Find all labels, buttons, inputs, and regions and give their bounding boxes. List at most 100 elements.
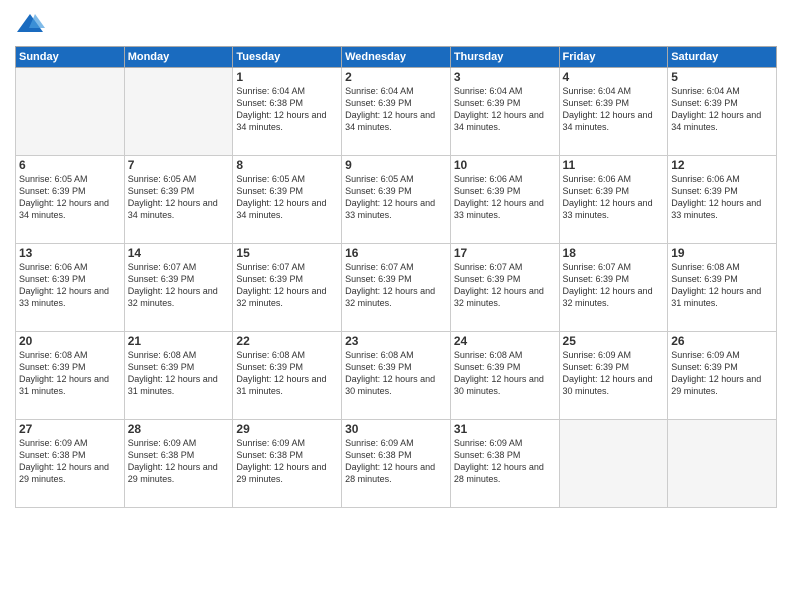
weekday-header-cell: Friday (559, 47, 668, 68)
day-number: 25 (563, 334, 665, 348)
day-number: 13 (19, 246, 121, 260)
calendar-cell: 10Sunrise: 6:06 AM Sunset: 6:39 PM Dayli… (450, 156, 559, 244)
day-number: 17 (454, 246, 556, 260)
calendar-cell: 24Sunrise: 6:08 AM Sunset: 6:39 PM Dayli… (450, 332, 559, 420)
calendar-cell: 1Sunrise: 6:04 AM Sunset: 6:38 PM Daylig… (233, 68, 342, 156)
calendar-cell (16, 68, 125, 156)
day-number: 6 (19, 158, 121, 172)
calendar-cell: 25Sunrise: 6:09 AM Sunset: 6:39 PM Dayli… (559, 332, 668, 420)
header (15, 10, 777, 40)
calendar-cell: 9Sunrise: 6:05 AM Sunset: 6:39 PM Daylig… (342, 156, 451, 244)
cell-daylight-info: Sunrise: 6:08 AM Sunset: 6:39 PM Dayligh… (19, 349, 121, 398)
calendar-cell: 21Sunrise: 6:08 AM Sunset: 6:39 PM Dayli… (124, 332, 233, 420)
calendar-cell: 22Sunrise: 6:08 AM Sunset: 6:39 PM Dayli… (233, 332, 342, 420)
cell-daylight-info: Sunrise: 6:04 AM Sunset: 6:38 PM Dayligh… (236, 85, 338, 134)
cell-daylight-info: Sunrise: 6:07 AM Sunset: 6:39 PM Dayligh… (563, 261, 665, 310)
cell-daylight-info: Sunrise: 6:09 AM Sunset: 6:39 PM Dayligh… (563, 349, 665, 398)
day-number: 27 (19, 422, 121, 436)
calendar-cell: 14Sunrise: 6:07 AM Sunset: 6:39 PM Dayli… (124, 244, 233, 332)
calendar-cell: 12Sunrise: 6:06 AM Sunset: 6:39 PM Dayli… (668, 156, 777, 244)
cell-daylight-info: Sunrise: 6:05 AM Sunset: 6:39 PM Dayligh… (19, 173, 121, 222)
cell-daylight-info: Sunrise: 6:06 AM Sunset: 6:39 PM Dayligh… (454, 173, 556, 222)
day-number: 2 (345, 70, 447, 84)
day-number: 21 (128, 334, 230, 348)
day-number: 3 (454, 70, 556, 84)
day-number: 12 (671, 158, 773, 172)
weekday-header-cell: Monday (124, 47, 233, 68)
day-number: 16 (345, 246, 447, 260)
calendar-cell: 16Sunrise: 6:07 AM Sunset: 6:39 PM Dayli… (342, 244, 451, 332)
cell-daylight-info: Sunrise: 6:09 AM Sunset: 6:38 PM Dayligh… (19, 437, 121, 486)
calendar-cell: 20Sunrise: 6:08 AM Sunset: 6:39 PM Dayli… (16, 332, 125, 420)
day-number: 10 (454, 158, 556, 172)
cell-daylight-info: Sunrise: 6:09 AM Sunset: 6:38 PM Dayligh… (345, 437, 447, 486)
cell-daylight-info: Sunrise: 6:06 AM Sunset: 6:39 PM Dayligh… (563, 173, 665, 222)
page: SundayMondayTuesdayWednesdayThursdayFrid… (0, 0, 792, 612)
cell-daylight-info: Sunrise: 6:07 AM Sunset: 6:39 PM Dayligh… (345, 261, 447, 310)
calendar-cell: 11Sunrise: 6:06 AM Sunset: 6:39 PM Dayli… (559, 156, 668, 244)
calendar-body: 1Sunrise: 6:04 AM Sunset: 6:38 PM Daylig… (16, 68, 777, 508)
day-number: 20 (19, 334, 121, 348)
calendar-cell: 7Sunrise: 6:05 AM Sunset: 6:39 PM Daylig… (124, 156, 233, 244)
calendar-cell: 15Sunrise: 6:07 AM Sunset: 6:39 PM Dayli… (233, 244, 342, 332)
cell-daylight-info: Sunrise: 6:04 AM Sunset: 6:39 PM Dayligh… (345, 85, 447, 134)
calendar-cell: 23Sunrise: 6:08 AM Sunset: 6:39 PM Dayli… (342, 332, 451, 420)
calendar-week-row: 20Sunrise: 6:08 AM Sunset: 6:39 PM Dayli… (16, 332, 777, 420)
cell-daylight-info: Sunrise: 6:08 AM Sunset: 6:39 PM Dayligh… (128, 349, 230, 398)
weekday-header-cell: Tuesday (233, 47, 342, 68)
cell-daylight-info: Sunrise: 6:07 AM Sunset: 6:39 PM Dayligh… (128, 261, 230, 310)
calendar-cell: 8Sunrise: 6:05 AM Sunset: 6:39 PM Daylig… (233, 156, 342, 244)
calendar-cell: 3Sunrise: 6:04 AM Sunset: 6:39 PM Daylig… (450, 68, 559, 156)
day-number: 31 (454, 422, 556, 436)
weekday-header-row: SundayMondayTuesdayWednesdayThursdayFrid… (16, 47, 777, 68)
calendar-cell: 4Sunrise: 6:04 AM Sunset: 6:39 PM Daylig… (559, 68, 668, 156)
cell-daylight-info: Sunrise: 6:08 AM Sunset: 6:39 PM Dayligh… (671, 261, 773, 310)
calendar-cell: 2Sunrise: 6:04 AM Sunset: 6:39 PM Daylig… (342, 68, 451, 156)
weekday-header-cell: Saturday (668, 47, 777, 68)
calendar-cell: 30Sunrise: 6:09 AM Sunset: 6:38 PM Dayli… (342, 420, 451, 508)
day-number: 28 (128, 422, 230, 436)
calendar-week-row: 6Sunrise: 6:05 AM Sunset: 6:39 PM Daylig… (16, 156, 777, 244)
calendar-cell: 27Sunrise: 6:09 AM Sunset: 6:38 PM Dayli… (16, 420, 125, 508)
day-number: 24 (454, 334, 556, 348)
cell-daylight-info: Sunrise: 6:07 AM Sunset: 6:39 PM Dayligh… (236, 261, 338, 310)
day-number: 26 (671, 334, 773, 348)
day-number: 4 (563, 70, 665, 84)
logo-icon (15, 10, 45, 40)
cell-daylight-info: Sunrise: 6:09 AM Sunset: 6:38 PM Dayligh… (454, 437, 556, 486)
cell-daylight-info: Sunrise: 6:05 AM Sunset: 6:39 PM Dayligh… (128, 173, 230, 222)
day-number: 11 (563, 158, 665, 172)
calendar-week-row: 27Sunrise: 6:09 AM Sunset: 6:38 PM Dayli… (16, 420, 777, 508)
day-number: 1 (236, 70, 338, 84)
calendar-cell: 29Sunrise: 6:09 AM Sunset: 6:38 PM Dayli… (233, 420, 342, 508)
calendar-cell: 17Sunrise: 6:07 AM Sunset: 6:39 PM Dayli… (450, 244, 559, 332)
logo (15, 10, 49, 40)
weekday-header-cell: Sunday (16, 47, 125, 68)
weekday-header-cell: Wednesday (342, 47, 451, 68)
cell-daylight-info: Sunrise: 6:07 AM Sunset: 6:39 PM Dayligh… (454, 261, 556, 310)
cell-daylight-info: Sunrise: 6:04 AM Sunset: 6:39 PM Dayligh… (671, 85, 773, 134)
day-number: 19 (671, 246, 773, 260)
cell-daylight-info: Sunrise: 6:08 AM Sunset: 6:39 PM Dayligh… (454, 349, 556, 398)
cell-daylight-info: Sunrise: 6:08 AM Sunset: 6:39 PM Dayligh… (345, 349, 447, 398)
calendar-cell: 13Sunrise: 6:06 AM Sunset: 6:39 PM Dayli… (16, 244, 125, 332)
cell-daylight-info: Sunrise: 6:08 AM Sunset: 6:39 PM Dayligh… (236, 349, 338, 398)
calendar-week-row: 1Sunrise: 6:04 AM Sunset: 6:38 PM Daylig… (16, 68, 777, 156)
day-number: 7 (128, 158, 230, 172)
calendar-cell (668, 420, 777, 508)
calendar-cell: 28Sunrise: 6:09 AM Sunset: 6:38 PM Dayli… (124, 420, 233, 508)
day-number: 14 (128, 246, 230, 260)
cell-daylight-info: Sunrise: 6:04 AM Sunset: 6:39 PM Dayligh… (454, 85, 556, 134)
day-number: 18 (563, 246, 665, 260)
cell-daylight-info: Sunrise: 6:04 AM Sunset: 6:39 PM Dayligh… (563, 85, 665, 134)
cell-daylight-info: Sunrise: 6:09 AM Sunset: 6:38 PM Dayligh… (236, 437, 338, 486)
calendar-cell: 5Sunrise: 6:04 AM Sunset: 6:39 PM Daylig… (668, 68, 777, 156)
day-number: 15 (236, 246, 338, 260)
cell-daylight-info: Sunrise: 6:06 AM Sunset: 6:39 PM Dayligh… (19, 261, 121, 310)
cell-daylight-info: Sunrise: 6:06 AM Sunset: 6:39 PM Dayligh… (671, 173, 773, 222)
day-number: 9 (345, 158, 447, 172)
calendar-week-row: 13Sunrise: 6:06 AM Sunset: 6:39 PM Dayli… (16, 244, 777, 332)
day-number: 8 (236, 158, 338, 172)
calendar-cell: 6Sunrise: 6:05 AM Sunset: 6:39 PM Daylig… (16, 156, 125, 244)
calendar-cell (559, 420, 668, 508)
